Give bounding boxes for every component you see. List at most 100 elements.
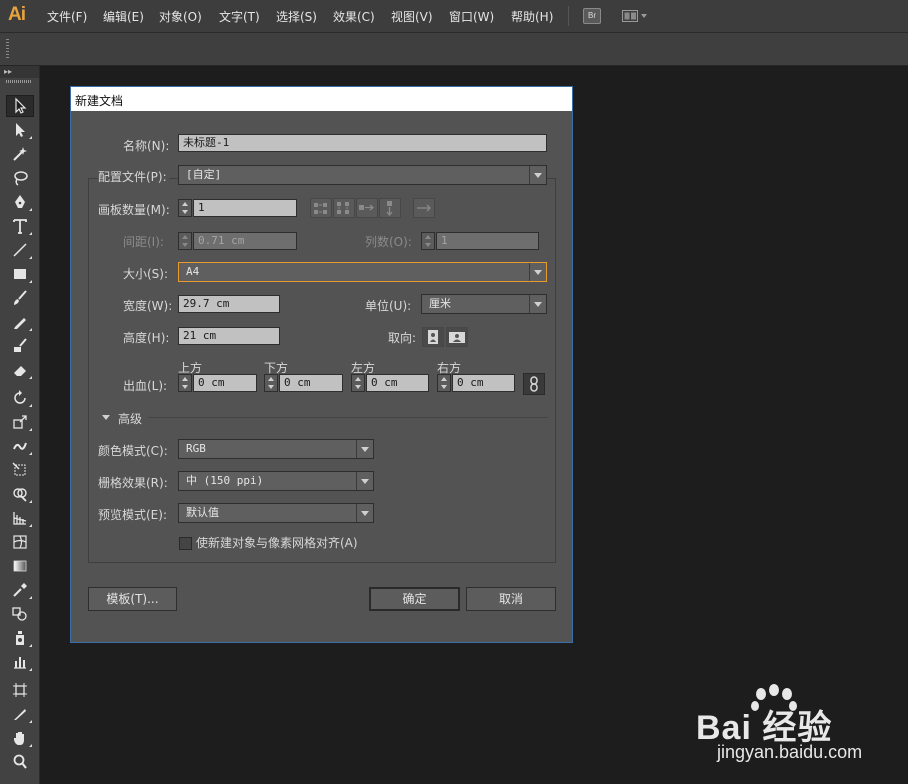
spacing-stepper[interactable] xyxy=(178,232,192,250)
scale-tool[interactable] xyxy=(6,411,34,433)
portrait-button[interactable] xyxy=(422,327,444,347)
selection-tool[interactable] xyxy=(6,95,34,117)
pen-icon xyxy=(15,195,25,208)
bleed-left-input[interactable]: 0 cm xyxy=(366,374,429,392)
menu-view[interactable]: 视图(V) xyxy=(391,8,433,25)
raster-effects-label: 栅格效果(R): xyxy=(98,476,168,490)
dialog-titlebar[interactable]: 新建文档 xyxy=(71,87,572,111)
color-mode-label: 颜色模式(C): xyxy=(98,444,168,458)
pixel-grid-align-label[interactable]: 使新建对象与像素网格对齐(A) xyxy=(196,534,358,551)
tools-panel-header[interactable]: ▸▸ xyxy=(0,66,39,78)
profile-select[interactable]: [自定] xyxy=(178,165,547,185)
gradient-tool[interactable] xyxy=(6,555,34,577)
advanced-toggle-icon[interactable] xyxy=(102,415,110,420)
slice-tool[interactable] xyxy=(6,703,34,725)
menu-edit[interactable]: 编辑(E) xyxy=(103,8,144,25)
free-transform-tool[interactable] xyxy=(6,459,34,481)
ok-button[interactable]: 确定 xyxy=(369,587,460,611)
preview-mode-select[interactable]: 默认值 xyxy=(178,503,374,523)
menu-select[interactable]: 选择(S) xyxy=(276,8,317,25)
magic-wand-icon xyxy=(13,147,27,161)
symbol-sprayer-tool[interactable] xyxy=(6,627,34,649)
columns-input[interactable]: 1 xyxy=(436,232,539,250)
pencil-tool[interactable] xyxy=(6,311,34,333)
mesh-tool[interactable] xyxy=(6,531,34,553)
collapse-icon[interactable]: ▸▸ xyxy=(4,66,12,78)
spacing-input[interactable]: 0.71 cm xyxy=(193,232,297,250)
zoom-tool[interactable] xyxy=(6,751,34,773)
bleed-bottom-input[interactable]: 0 cm xyxy=(279,374,343,392)
shape-builder-tool[interactable] xyxy=(6,483,34,505)
menu-effect[interactable]: 效果(C) xyxy=(333,8,375,25)
rotate-tool[interactable] xyxy=(6,387,34,409)
eyedropper-tool[interactable] xyxy=(6,579,34,601)
advanced-label[interactable]: 高级 xyxy=(118,410,142,427)
dialog-title: 新建文档 xyxy=(75,94,124,108)
warp-tool[interactable] xyxy=(6,435,34,457)
right-to-left-button[interactable] xyxy=(413,198,435,218)
type-tool[interactable] xyxy=(6,215,34,237)
direct-selection-tool[interactable] xyxy=(6,119,34,141)
rectangle-tool[interactable] xyxy=(6,263,34,285)
arrange-by-row-button[interactable] xyxy=(356,198,378,218)
menu-file[interactable]: 文件(F) xyxy=(47,8,87,25)
landscape-button[interactable] xyxy=(446,327,468,347)
eraser-tool[interactable] xyxy=(6,359,34,381)
line-segment-tool[interactable] xyxy=(6,239,34,261)
chevron-down-icon xyxy=(356,472,373,490)
blend-tool[interactable] xyxy=(6,603,34,625)
height-input[interactable]: 21 cm xyxy=(178,327,280,345)
bleed-right-input[interactable]: 0 cm xyxy=(452,374,515,392)
artboard-tool[interactable] xyxy=(6,679,34,701)
tools-panel-grip[interactable] xyxy=(6,80,32,83)
eyedropper-icon xyxy=(13,583,27,597)
menu-object[interactable]: 对象(O) xyxy=(159,8,202,25)
bleed-left-stepper[interactable] xyxy=(351,374,365,392)
lasso-tool[interactable] xyxy=(6,167,34,189)
artboards-stepper[interactable] xyxy=(178,199,192,217)
advanced-divider xyxy=(148,417,548,418)
pixel-grid-align-checkbox[interactable] xyxy=(179,537,192,550)
size-select[interactable]: A4 xyxy=(178,262,547,282)
menu-type[interactable]: 文字(T) xyxy=(219,8,260,25)
grid-by-row-button[interactable] xyxy=(310,198,332,218)
bleed-top-stepper[interactable] xyxy=(178,374,192,392)
artboards-input[interactable]: 1 xyxy=(193,199,297,217)
preview-mode-label: 预览模式(E): xyxy=(98,508,167,522)
bridge-button[interactable]: Br xyxy=(583,8,601,24)
menu-window[interactable]: 窗口(W) xyxy=(449,8,494,25)
magic-wand-tool[interactable] xyxy=(6,143,34,165)
hand-tool[interactable] xyxy=(6,727,34,749)
bleed-right-stepper[interactable] xyxy=(437,374,451,392)
columns-stepper[interactable] xyxy=(421,232,435,250)
column-graph-icon xyxy=(14,657,26,669)
arrange-by-column-button[interactable] xyxy=(379,198,401,218)
bleed-top-input[interactable]: 0 cm xyxy=(193,374,257,392)
artboards-label: 画板数量(M): xyxy=(98,203,170,217)
bleed-bottom-stepper[interactable] xyxy=(264,374,278,392)
link-bleed-button[interactable] xyxy=(523,373,545,395)
grid-by-column-button[interactable] xyxy=(333,198,355,218)
blob-brush-tool[interactable] xyxy=(6,335,34,357)
paintbrush-tool[interactable] xyxy=(6,287,34,309)
templates-button[interactable]: 模板(T)... xyxy=(88,587,177,611)
workspace-switcher[interactable] xyxy=(622,9,650,23)
color-mode-select[interactable]: RGB xyxy=(178,439,374,459)
perspective-grid-icon xyxy=(13,512,27,525)
selection-arrow-icon xyxy=(15,97,27,114)
pen-tool[interactable] xyxy=(6,191,34,213)
units-select[interactable]: 厘米 xyxy=(421,294,547,314)
width-input[interactable]: 29.7 cm xyxy=(178,295,280,313)
size-label: 大小(S): xyxy=(123,267,169,281)
raster-effects-select[interactable]: 中 (150 ppi) xyxy=(178,471,374,491)
menu-bar: Ai 文件(F) 编辑(E) 对象(O) 文字(T) 选择(S) 效果(C) 视… xyxy=(0,0,908,33)
controlbar-grip[interactable] xyxy=(6,39,9,59)
type-icon xyxy=(13,219,27,234)
name-input[interactable]: 未标题-1 xyxy=(178,134,547,152)
column-graph-tool[interactable] xyxy=(6,651,34,673)
menu-divider xyxy=(568,6,569,26)
control-bar xyxy=(0,33,908,66)
cancel-button[interactable]: 取消 xyxy=(466,587,556,611)
perspective-grid-tool[interactable] xyxy=(6,507,34,529)
menu-help[interactable]: 帮助(H) xyxy=(511,8,553,25)
